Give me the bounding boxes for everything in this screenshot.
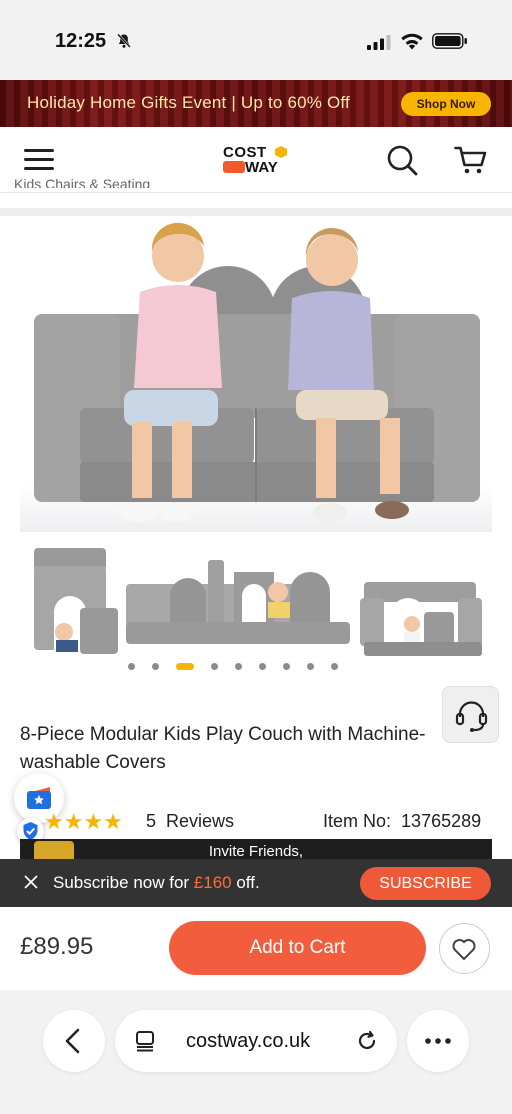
gallery-dot[interactable] — [128, 662, 135, 670]
gallery-dot[interactable] — [331, 662, 338, 670]
invite-text: Invite Friends, — [208, 843, 304, 860]
wifi-icon — [401, 33, 423, 50]
menu-icon[interactable] — [24, 149, 54, 171]
configuration-photos — [34, 548, 482, 656]
url-text[interactable]: costway.co.uk — [186, 1030, 310, 1053]
item-no-value: 13765289 — [401, 811, 482, 831]
subscribe-text: Subscribe now for £160 off. — [53, 873, 260, 893]
search-icon[interactable] — [386, 144, 418, 176]
cart-icon[interactable] — [454, 145, 488, 175]
reload-icon[interactable] — [355, 1029, 379, 1053]
heart-icon — [452, 939, 476, 961]
subscribe-bar: Subscribe now for £160 off. SUBSCRIBE — [0, 859, 512, 907]
chevron-left-icon — [65, 1028, 80, 1054]
tabs-icon[interactable] — [134, 1030, 156, 1052]
play-couch-photo — [34, 222, 480, 522]
headset-icon — [455, 701, 488, 732]
reviews-label: Reviews — [166, 811, 235, 831]
product-main-image[interactable] — [20, 222, 492, 532]
promo-text: Holiday Home Gifts Event | Up to 60% Off — [27, 93, 350, 112]
product-title: 8-Piece Modular Kids Play Couch with Mac… — [20, 724, 426, 773]
status-time: 12:25 — [55, 30, 107, 52]
subscribe-amount: £160 — [193, 873, 232, 892]
more-dots-icon — [425, 1038, 451, 1044]
gallery-dot[interactable] — [235, 662, 242, 670]
back-button[interactable] — [43, 1010, 105, 1072]
battery-icon — [432, 33, 467, 49]
subscribe-text-before: Subscribe now for — [53, 873, 194, 892]
product-price: £89.95 — [20, 933, 94, 960]
gallery-dot[interactable] — [152, 662, 159, 670]
item-no-label: Item No: — [323, 811, 392, 831]
gallery-dot[interactable] — [283, 662, 290, 670]
bell-off-icon — [117, 33, 131, 48]
reviews-count: 5 — [146, 811, 157, 831]
status-bar: 12:25 — [0, 0, 512, 80]
address-bar[interactable]: costway.co.uk — [115, 1010, 397, 1072]
customer-support-button[interactable] — [442, 686, 499, 743]
reviews-link[interactable]: 5 Reviews — [146, 811, 234, 832]
rating-stars[interactable]: ★★★★ — [44, 809, 123, 835]
gallery-dot-active[interactable] — [176, 662, 194, 670]
section-divider — [0, 208, 512, 216]
promo-banner[interactable]: Holiday Home Gifts Event | Up to 60% Off… — [0, 80, 512, 127]
logo-orange-mark — [223, 161, 245, 173]
subscribe-button[interactable]: SUBSCRIBE — [360, 867, 491, 900]
costway-logo[interactable]: COST WAY — [223, 145, 293, 177]
product-thumbnails[interactable] — [20, 536, 492, 666]
subscribe-text-after: off. — [231, 873, 260, 892]
browser-toolbar: costway.co.uk — [0, 990, 512, 1114]
gallery-dot[interactable] — [307, 662, 314, 670]
close-icon[interactable] — [23, 874, 39, 890]
gallery-dot[interactable] — [211, 662, 218, 670]
item-number: Item No: 13765289 — [323, 811, 481, 832]
wishlist-button[interactable] — [439, 923, 490, 974]
gallery-pagination[interactable] — [128, 660, 338, 672]
signal-icon — [367, 35, 391, 50]
add-to-cart-button[interactable]: Add to Cart — [169, 921, 426, 975]
shop-now-button[interactable]: Shop Now — [401, 92, 491, 116]
breadcrumb[interactable]: Kids Chairs & Seating — [14, 176, 150, 188]
gallery-dot[interactable] — [259, 662, 266, 670]
more-button[interactable] — [407, 1010, 469, 1072]
